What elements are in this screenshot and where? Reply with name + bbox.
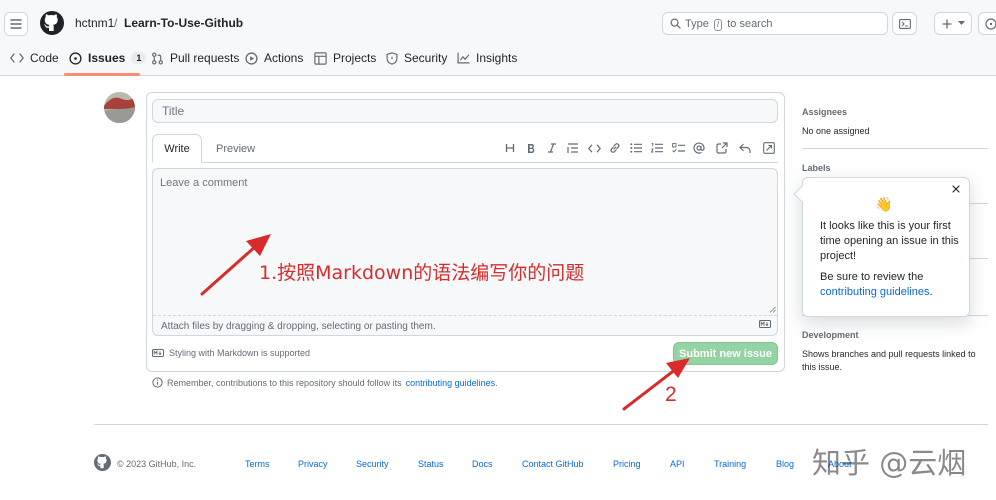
footer-link-pricing[interactable]: Pricing	[613, 459, 641, 469]
annotation-step-2: 2	[665, 383, 677, 406]
footer-link-terms[interactable]: Terms	[245, 459, 270, 469]
footer-link-contact[interactable]: Contact GitHub	[522, 459, 584, 469]
footer-link-docs[interactable]: Docs	[472, 459, 493, 469]
footer-link-status[interactable]: Status	[418, 459, 444, 469]
annotation-step-1: 1.按照Markdown的语法编写你的问题	[259, 262, 585, 284]
footer-link-blog[interactable]: Blog	[776, 459, 794, 469]
annotation-arrow-2	[622, 358, 690, 411]
github-footer-logo-icon[interactable]	[94, 454, 111, 471]
footer-copyright: © 2023 GitHub, Inc.	[117, 459, 197, 469]
footer-link-security[interactable]: Security	[356, 459, 389, 469]
tab-write[interactable]: Write	[152, 134, 202, 163]
annotation-arrows	[200, 234, 690, 411]
footer-divider	[94, 424, 988, 425]
footer-link-api[interactable]: API	[670, 459, 685, 469]
footer-link-privacy[interactable]: Privacy	[298, 459, 328, 469]
watermark: 知乎 @云烟	[812, 446, 967, 480]
footer-link-training[interactable]: Training	[714, 459, 746, 469]
